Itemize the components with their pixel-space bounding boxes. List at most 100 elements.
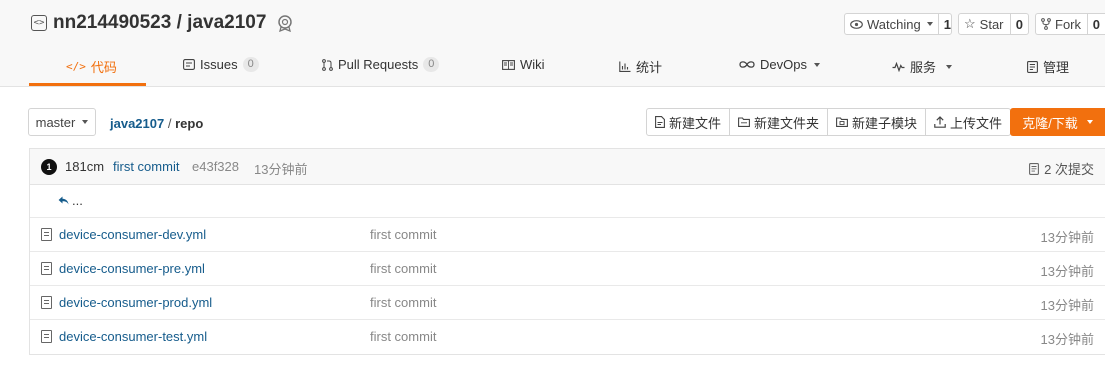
fork-button[interactable]: Fork 0 [1035, 13, 1105, 35]
clone-download-label: 克隆/下载 [1022, 115, 1078, 131]
table-row[interactable]: device-consumer-test.yml first commit 13… [30, 320, 1105, 354]
repo-code-icon: <> [31, 15, 47, 31]
last-commit-row: 1 181cm first commit e43f328 13分钟前 2 次提交 [30, 149, 1105, 185]
parent-dir-label: ... [72, 193, 83, 208]
issues-icon [183, 59, 195, 70]
breadcrumb-current: repo [175, 116, 204, 131]
commit-hash[interactable]: e43f328 [192, 159, 239, 174]
branch-select[interactable]: master [28, 108, 96, 136]
star-label: Star [979, 16, 1004, 32]
new-file-button[interactable]: 新建文件 [647, 109, 731, 135]
chevron-down-icon [946, 64, 953, 69]
commit-author[interactable]: 181cm [65, 159, 104, 174]
tab-manage[interactable]: 管理 [1027, 57, 1069, 76]
file-icon [41, 262, 52, 275]
file-name-link[interactable]: device-consumer-test.yml [59, 329, 207, 344]
service-icon [892, 61, 905, 72]
star-icon: ☆ [964, 16, 976, 31]
file-table: 1 181cm first commit e43f328 13分钟前 2 次提交… [29, 148, 1105, 355]
tab-code-label: 代码 [90, 60, 117, 75]
star-count[interactable]: 0 [1009, 14, 1028, 34]
chevron-down-icon [813, 62, 820, 67]
file-commit-time: 13分钟前 [1040, 230, 1094, 245]
upload-file-label: 上传文件 [950, 115, 1003, 131]
commit-message-link[interactable]: first commit [113, 159, 179, 174]
clone-download-button[interactable]: 克隆/下载 [1010, 108, 1105, 136]
pull-request-icon [322, 58, 333, 71]
tab-pull-requests-label: Pull Requests [338, 57, 419, 72]
file-icon [41, 296, 52, 309]
tab-service-label: 服务 [910, 60, 937, 75]
repo-owner-link[interactable]: nn214490523 [53, 12, 171, 33]
table-row[interactable]: device-consumer-pre.yml first commit 13分… [30, 252, 1105, 286]
file-commit-message[interactable]: first commit [370, 295, 436, 310]
breadcrumb-root-link[interactable]: java2107 [110, 116, 164, 131]
upload-file-button[interactable]: 上传文件 [926, 109, 1010, 135]
new-file-icon [655, 116, 665, 128]
file-commit-message[interactable]: first commit [370, 261, 436, 276]
submodule-icon [836, 117, 848, 127]
tab-issues[interactable]: Issues 0 [183, 57, 259, 72]
tab-stats[interactable]: 统计 [619, 57, 662, 76]
back-arrow-icon [58, 196, 69, 205]
wiki-icon [502, 59, 515, 70]
tab-manage-label: 管理 [1043, 60, 1070, 75]
breadcrumb-separator: / [167, 116, 172, 131]
folder-icon [738, 117, 750, 127]
tab-code[interactable]: </> 代码 [66, 57, 117, 76]
file-commit-message[interactable]: first commit [370, 227, 436, 242]
fork-count[interactable]: 0 [1086, 14, 1105, 34]
file-name-link[interactable]: device-consumer-dev.yml [59, 227, 206, 242]
table-row[interactable]: device-consumer-prod.yml first commit 13… [30, 286, 1105, 320]
chevron-down-icon [1086, 120, 1093, 124]
new-submodule-label: 新建子模块 [852, 115, 918, 131]
repo-name-link[interactable]: java2107 [187, 12, 266, 33]
tab-devops-label: DevOps [760, 57, 807, 72]
fork-icon [1041, 18, 1051, 30]
new-submodule-button[interactable]: 新建子模块 [828, 109, 927, 135]
recommend-badge-icon [278, 15, 292, 32]
manage-icon [1027, 60, 1038, 73]
commits-icon [1029, 162, 1040, 175]
tab-wiki[interactable]: Wiki [502, 57, 545, 72]
active-tab-indicator [29, 83, 146, 86]
avatar[interactable]: 1 [41, 159, 57, 175]
file-icon [41, 228, 52, 241]
new-folder-button[interactable]: 新建文件夹 [730, 109, 829, 135]
file-name-link[interactable]: device-consumer-prod.yml [59, 295, 212, 310]
tab-wiki-label: Wiki [520, 57, 545, 72]
file-commit-time: 13分钟前 [1040, 332, 1094, 347]
pull-requests-count-badge: 0 [423, 57, 440, 72]
stats-icon [619, 61, 631, 72]
watching-label: Watching [867, 16, 921, 32]
commit-count-link[interactable]: 2 次提交 [1029, 159, 1094, 178]
fork-label: Fork [1055, 16, 1081, 32]
devops-icon [739, 61, 755, 68]
commit-count-label: 2 次提交 [1044, 162, 1094, 177]
tab-issues-label: Issues [200, 57, 238, 72]
watching-count[interactable]: 1 [937, 14, 951, 34]
new-file-label: 新建文件 [669, 115, 722, 131]
watching-button[interactable]: Watching 1 [844, 13, 952, 35]
new-folder-label: 新建文件夹 [754, 115, 820, 131]
file-name-link[interactable]: device-consumer-pre.yml [59, 261, 205, 276]
commit-time: 13分钟前 [254, 162, 308, 177]
tab-devops[interactable]: DevOps [739, 57, 820, 72]
parent-dir-link[interactable]: ... [58, 193, 83, 208]
upload-icon [934, 116, 946, 128]
branch-label: master [35, 114, 76, 130]
breadcrumb: java2107 / repo [110, 116, 203, 131]
tab-service[interactable]: 服务 [892, 57, 953, 76]
star-button[interactable]: ☆ Star 0 [958, 13, 1029, 35]
table-row[interactable]: device-consumer-dev.yml first commit 13分… [30, 218, 1105, 252]
tab-pull-requests[interactable]: Pull Requests 0 [322, 57, 440, 72]
issues-count-badge: 0 [242, 57, 259, 72]
chevron-down-icon [82, 120, 89, 124]
parent-dir-row[interactable]: ... [30, 184, 1105, 218]
tab-stats-label: 统计 [636, 60, 663, 75]
repo-title: nn214490523 / java2107 [53, 12, 266, 34]
chevron-down-icon [926, 22, 933, 26]
code-icon: </> [66, 60, 86, 73]
eye-icon [850, 19, 863, 29]
file-commit-message[interactable]: first commit [370, 329, 436, 344]
